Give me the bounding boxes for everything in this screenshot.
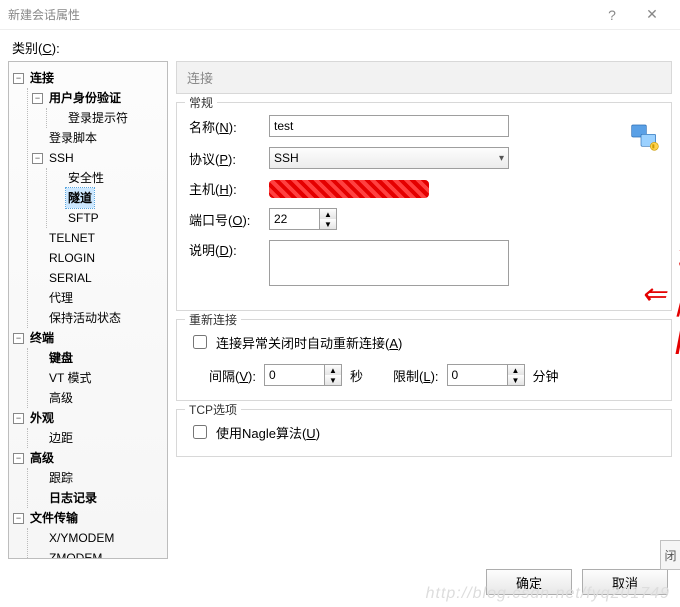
annotation-text: 公网 IP (674, 226, 680, 363)
group-tcp: TCP选项 使用Nagle算法(U) (176, 409, 672, 457)
dialog-buttons: 确定 取消 (8, 559, 672, 599)
panel-title: 连接 (176, 61, 672, 94)
category-label-hotkey: C (42, 41, 51, 56)
spin-up-icon[interactable]: ▲ (320, 209, 336, 219)
tree-toggle-icon[interactable]: − (13, 513, 24, 524)
spin-down-icon[interactable]: ▼ (320, 219, 336, 229)
limit-unit: 分钟 (533, 366, 559, 385)
tree-item-keyboard[interactable]: 键盘 (47, 348, 75, 368)
interval-unit: 秒 (350, 366, 363, 385)
interval-spinner[interactable]: ▲▼ (264, 364, 342, 386)
auto-reconnect-checkbox[interactable] (193, 335, 207, 349)
interval-label: 间隔(V): (209, 366, 256, 385)
tree-toggle-icon[interactable]: − (13, 73, 24, 84)
tree-item-filetransfer[interactable]: 文件传输 (28, 508, 80, 528)
tree-item-telnet[interactable]: TELNET (47, 228, 97, 248)
cancel-button[interactable]: 取消 (582, 569, 668, 595)
auto-reconnect-label: 连接异常关闭时自动重新连接(A) (216, 333, 402, 352)
tree-item-ssh[interactable]: SSH (47, 148, 76, 168)
group-tcp-legend: TCP选项 (185, 401, 241, 418)
tree-item-connection[interactable]: 连接 (28, 68, 56, 88)
spin-up-icon[interactable]: ▲ (325, 365, 341, 375)
category-label-post: ): (52, 41, 60, 56)
settings-panel: 连接 常规 名称(N): 协议(P): SSH ▾ 主机(H): (176, 61, 672, 559)
title-bar: 新建会话属性 ? ✕ (0, 0, 680, 30)
nagle-checkbox[interactable] (193, 425, 207, 439)
close-button[interactable]: ✕ (632, 6, 672, 23)
tree-item-login-prompt[interactable]: 登录提示符 (66, 108, 130, 128)
protocol-value: SSH (274, 151, 299, 165)
tree-item-logging[interactable]: 日志记录 (47, 488, 99, 508)
category-label: 类别(C): (12, 38, 672, 57)
tree-item-keepalive[interactable]: 保持活动状态 (47, 308, 123, 328)
tree-toggle-icon[interactable]: − (13, 333, 24, 344)
tree-toggle-icon[interactable]: − (13, 413, 24, 424)
help-button[interactable]: ? (592, 7, 632, 23)
tree-item-serial[interactable]: SERIAL (47, 268, 94, 288)
tree-toggle-icon[interactable]: − (32, 93, 43, 104)
group-general-legend: 常规 (185, 94, 217, 111)
tree-item-sftp[interactable]: SFTP (66, 208, 101, 228)
spin-down-icon[interactable]: ▼ (325, 375, 341, 385)
cutoff-button-fragment[interactable]: 闭 (660, 540, 680, 570)
tree-item-tunnel[interactable]: 隧道 (66, 188, 94, 208)
group-reconnect: 重新连接 连接异常关闭时自动重新连接(A) 间隔(V): ▲▼ 秒 限制(L):… (176, 319, 672, 401)
limit-spinner[interactable]: ▲▼ (447, 364, 525, 386)
tree-item-auth[interactable]: 用户身份验证 (47, 88, 123, 108)
connection-icon (629, 121, 661, 156)
tree-item-margin[interactable]: 边距 (47, 428, 75, 448)
name-label: 名称(N): (189, 117, 269, 136)
host-label: 主机(H): (189, 179, 269, 198)
dialog-body: 类别(C): −连接 −用户身份验证 登录提示符 登录脚本 −SSH 安全性 隧… (0, 30, 680, 607)
tree-item-appearance[interactable]: 外观 (28, 408, 56, 428)
window-title: 新建会话属性 (8, 6, 80, 23)
tree-item-zmodem[interactable]: ZMODEM (47, 548, 104, 559)
description-label: 说明(D): (189, 240, 269, 259)
category-label-pre: 类别( (12, 41, 42, 56)
protocol-select[interactable]: SSH ▾ (269, 147, 509, 169)
chevron-down-icon: ▾ (499, 153, 504, 164)
tree-item-security[interactable]: 安全性 (66, 168, 106, 188)
port-label: 端口号(O): (189, 210, 269, 229)
description-input[interactable] (269, 240, 509, 286)
category-tree[interactable]: −连接 −用户身份验证 登录提示符 登录脚本 −SSH 安全性 隧道 SFTP … (8, 61, 168, 559)
tree-item-term-advanced[interactable]: 高级 (47, 388, 75, 408)
tree-item-rlogin[interactable]: RLOGIN (47, 248, 97, 268)
spin-down-icon[interactable]: ▼ (508, 375, 524, 385)
tree-item-trace[interactable]: 跟踪 (47, 468, 75, 488)
group-reconnect-legend: 重新连接 (185, 311, 241, 328)
tree-item-advanced[interactable]: 高级 (28, 448, 56, 468)
tree-item-xymodem[interactable]: X/YMODEM (47, 528, 116, 548)
spin-up-icon[interactable]: ▲ (508, 365, 524, 375)
interval-input[interactable] (264, 364, 324, 386)
nagle-label: 使用Nagle算法(U) (216, 423, 320, 442)
tree-toggle-icon[interactable]: − (32, 153, 43, 164)
group-general: 常规 名称(N): 协议(P): SSH ▾ 主机(H): 端口号(O): (176, 102, 672, 311)
name-input[interactable] (269, 115, 509, 137)
tree-item-login-script[interactable]: 登录脚本 (47, 128, 99, 148)
protocol-label: 协议(P): (189, 149, 269, 168)
tree-toggle-icon[interactable]: − (13, 453, 24, 464)
port-input[interactable] (269, 208, 319, 230)
ok-button[interactable]: 确定 (486, 569, 572, 595)
host-input-redacted[interactable] (269, 180, 429, 198)
tree-item-terminal[interactable]: 终端 (28, 328, 56, 348)
tree-item-proxy[interactable]: 代理 (47, 288, 75, 308)
port-spinner[interactable]: ▲▼ (269, 208, 337, 230)
limit-input[interactable] (447, 364, 507, 386)
limit-label: 限制(L): (393, 366, 439, 385)
tree-item-vtmode[interactable]: VT 模式 (47, 368, 93, 388)
